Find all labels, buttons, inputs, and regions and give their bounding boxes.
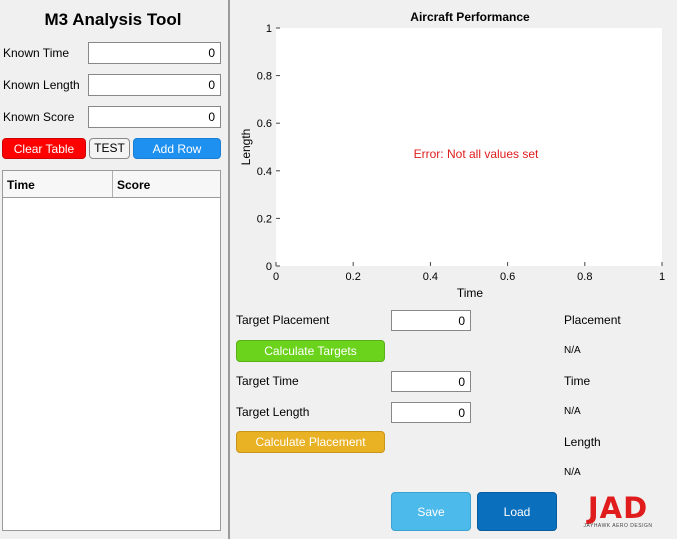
target-time-field[interactable]: 0 — [391, 371, 471, 392]
x-tick-label: 0.6 — [500, 271, 515, 283]
plot-error-message: Error: Not all values set — [414, 147, 539, 161]
target-length-label: Target Length — [236, 405, 310, 419]
table-header: Time Score — [3, 171, 220, 198]
time-result-label: Time — [564, 374, 591, 388]
column-separator — [112, 171, 113, 197]
y-tick-label: 0.2 — [257, 213, 272, 225]
length-result-value: N/A — [564, 467, 581, 478]
known-time-field[interactable]: 0 — [88, 42, 221, 64]
known-score-field[interactable]: 0 — [88, 106, 221, 128]
y-axis-label: Length — [239, 129, 253, 166]
target-placement-field[interactable]: 0 — [391, 310, 471, 331]
aircraft-performance-plot: Aircraft Performance 0 0.2 0.4 0.6 0.8 1 0 0.2… — [239, 10, 665, 300]
known-length-label: Known Length — [3, 78, 80, 92]
column-header-time[interactable]: Time — [7, 178, 35, 192]
y-tick-label: 1 — [266, 23, 272, 35]
known-length-field[interactable]: 0 — [88, 74, 221, 96]
calculate-placement-button[interactable]: Calculate Placement — [236, 431, 385, 453]
x-tick-label: 1 — [659, 271, 665, 283]
column-header-score[interactable]: Score — [117, 178, 150, 192]
data-table[interactable]: Time Score — [2, 170, 221, 531]
save-button[interactable]: Save — [391, 492, 471, 531]
time-result-value: N/A — [564, 406, 581, 417]
placement-result-value: N/A — [564, 345, 581, 356]
add-row-button[interactable]: Add Row — [133, 138, 221, 159]
x-tick-label: 0.2 — [346, 271, 361, 283]
target-placement-label: Target Placement — [236, 313, 330, 327]
x-axis-label: Time — [457, 286, 484, 300]
placement-result-label: Placement — [564, 313, 621, 327]
test-button[interactable]: TEST — [89, 138, 130, 159]
app-title: M3 Analysis Tool — [44, 10, 182, 29]
target-length-field[interactable]: 0 — [391, 402, 471, 423]
x-tick-label: 0.4 — [423, 271, 438, 283]
logo-text: JAD — [587, 491, 649, 525]
x-tick-label: 0 — [273, 271, 279, 283]
x-tick-label: 0.8 — [577, 271, 592, 283]
clear-table-button[interactable]: Clear Table — [2, 138, 86, 159]
known-time-label: Known Time — [3, 46, 70, 60]
length-result-label: Length — [564, 435, 601, 449]
logo-subtext: JAYHAWK AERO DESIGN — [583, 523, 653, 529]
calculate-targets-button[interactable]: Calculate Targets — [236, 340, 385, 362]
y-tick-label: 0 — [266, 261, 272, 273]
target-time-label: Target Time — [236, 374, 299, 388]
y-tick-label: 0.4 — [257, 166, 272, 178]
y-tick-label: 0.8 — [257, 71, 272, 83]
plot-title: Aircraft Performance — [410, 10, 530, 24]
jayhawk-aero-design-logo: JAD JAYHAWK AERO DESIGN — [578, 493, 658, 531]
y-tick-label: 0.6 — [257, 118, 272, 130]
known-score-label: Known Score — [3, 110, 75, 124]
load-button[interactable]: Load — [477, 492, 557, 531]
